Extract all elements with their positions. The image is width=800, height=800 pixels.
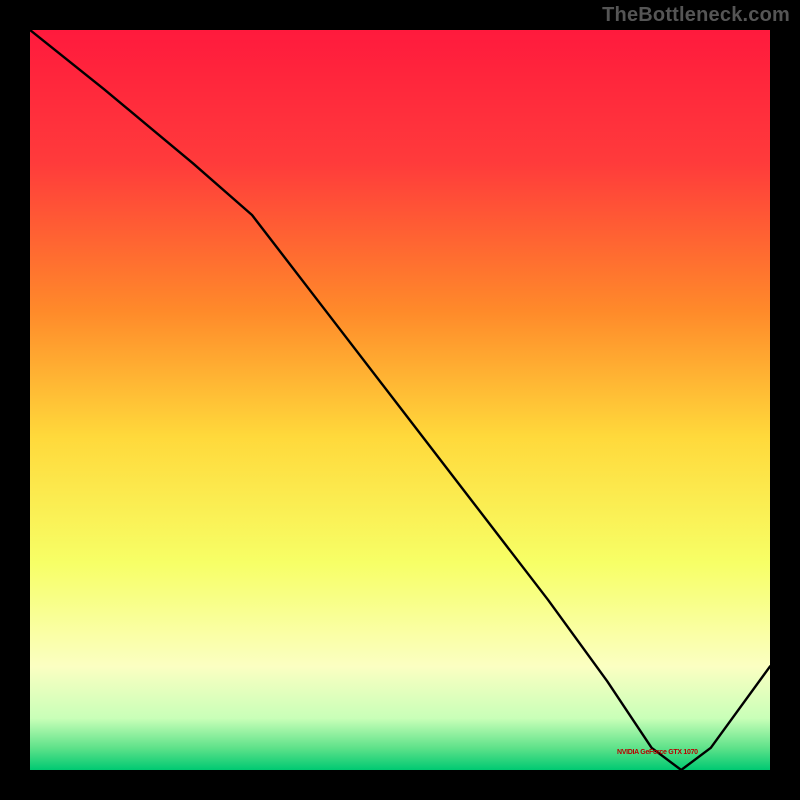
optimal-gpu-annotation: NVIDIA GeForce GTX 1070 bbox=[617, 749, 698, 756]
chart-canvas: TheBottleneck.com NVIDIA GeForce GTX 107… bbox=[0, 0, 800, 800]
watermark-text: TheBottleneck.com bbox=[602, 4, 790, 27]
plot-svg bbox=[30, 30, 770, 770]
plot-frame bbox=[30, 30, 770, 770]
plot-background bbox=[30, 30, 770, 770]
